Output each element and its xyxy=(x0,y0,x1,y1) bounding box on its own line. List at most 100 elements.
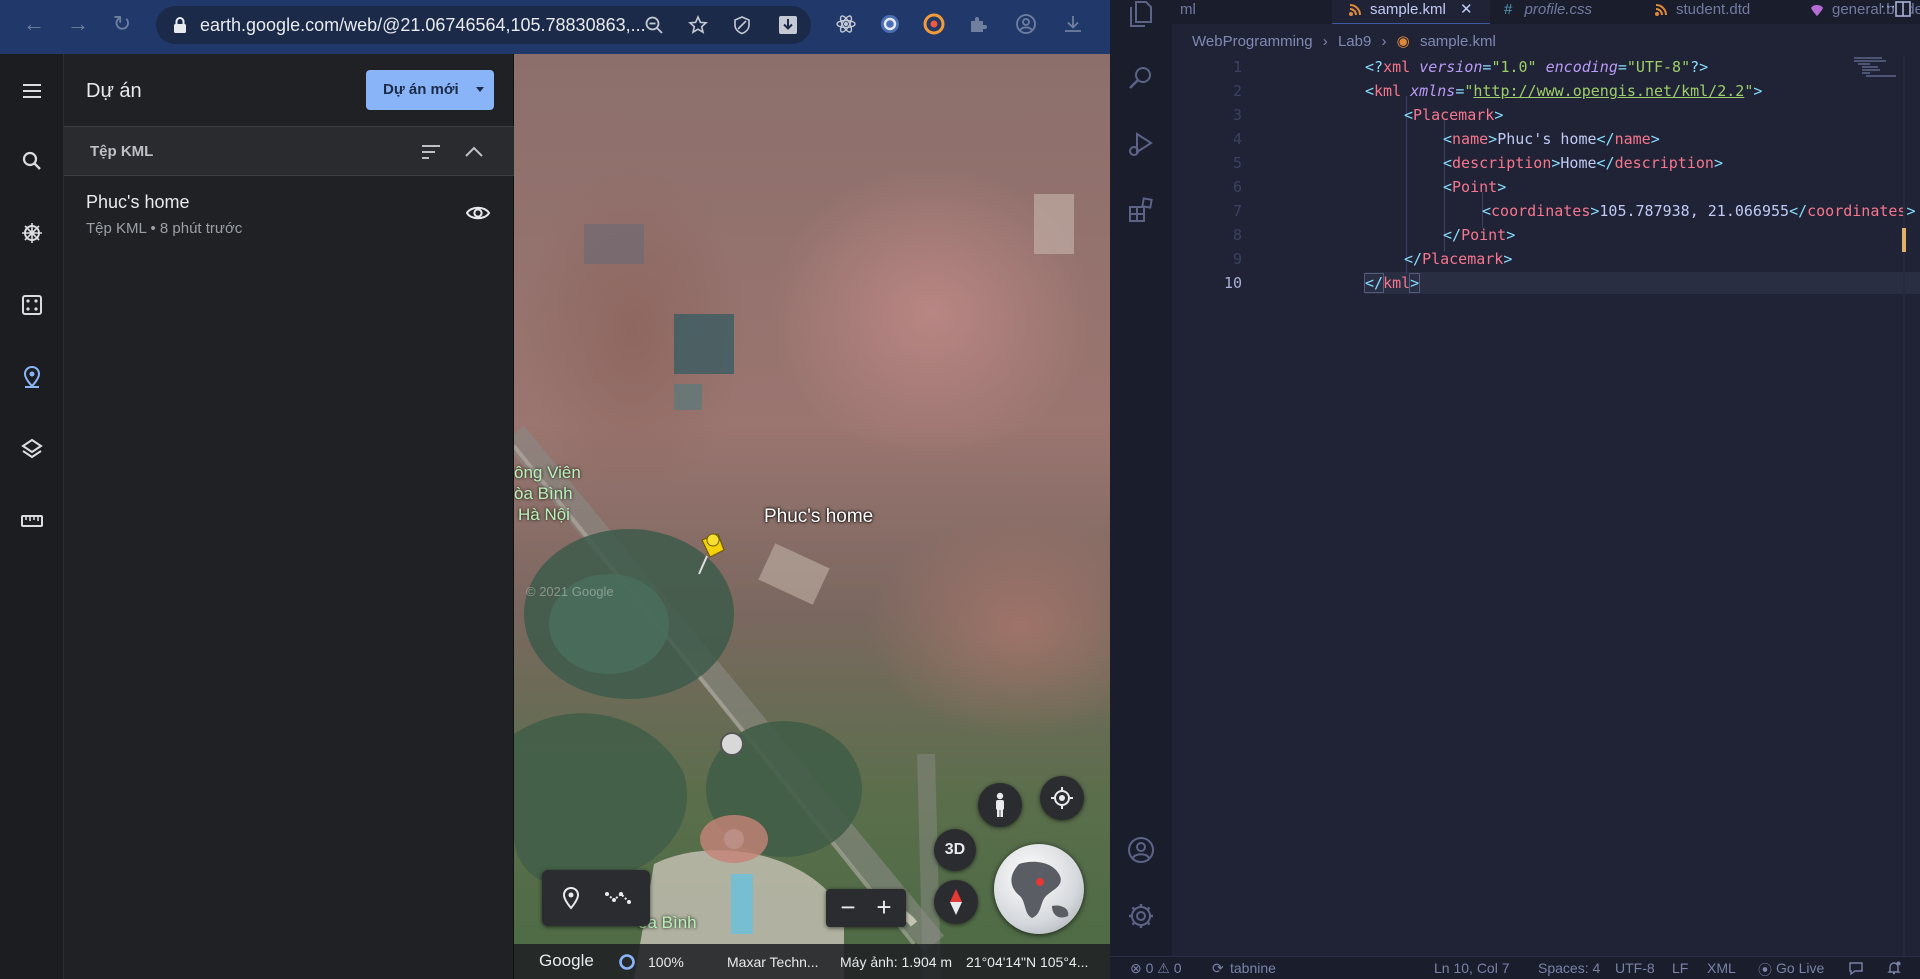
feeling-lucky-dice-icon[interactable] xyxy=(20,293,44,317)
search-icon[interactable] xyxy=(20,149,44,173)
screen: ← → ↻ earth.google.com/web/@21.06746564,… xyxy=(0,0,1920,979)
overview-ruler-marker xyxy=(1902,228,1906,252)
voyager-wheel-icon[interactable] xyxy=(20,221,44,245)
indentation[interactable]: Spaces: 4 xyxy=(1538,960,1600,976)
sort-icon[interactable] xyxy=(419,141,443,163)
visibility-eye-icon[interactable] xyxy=(465,200,491,226)
problems-indicator[interactable]: ⊗ 0 ⚠ 0 xyxy=(1130,960,1182,977)
layers-icon[interactable] xyxy=(20,437,44,461)
downloads-icon[interactable] xyxy=(1062,13,1084,35)
notifications-bell-icon[interactable] xyxy=(1886,960,1902,976)
broadcast-icon: ⦿ xyxy=(1758,962,1772,978)
new-project-button[interactable]: Dự án mới xyxy=(366,70,494,110)
tab-sample-kml[interactable]: sample.kml ✕ xyxy=(1332,0,1490,24)
globe-minimap[interactable] xyxy=(994,844,1084,934)
explorer-files-icon[interactable] xyxy=(1127,0,1155,28)
puzzle-extensions-icon[interactable] xyxy=(967,13,989,35)
search-icon[interactable] xyxy=(1127,64,1155,92)
go-live-button[interactable]: Go Live xyxy=(1776,960,1824,976)
tab-profile-css[interactable]: # profile.css xyxy=(1504,0,1592,24)
zoom-out-icon[interactable] xyxy=(644,15,664,35)
current-line-highlight xyxy=(1365,272,1920,294)
load-percent: 100% xyxy=(648,954,684,970)
compass-button[interactable] xyxy=(934,880,978,924)
forward-button[interactable]: → xyxy=(64,10,92,38)
file-encoding[interactable]: UTF-8 xyxy=(1615,960,1655,976)
park-label-line: òa Bình xyxy=(514,484,573,503)
new-project-label: Dự án mới xyxy=(383,81,459,98)
download-icon[interactable] xyxy=(778,15,798,35)
breadcrumb-item[interactable]: sample.kml xyxy=(1420,33,1496,50)
more-actions-button[interactable]: ··· xyxy=(1880,0,1896,16)
breadcrumb: WebProgramming › Lab9 › ◉ sample.kml xyxy=(1192,32,1496,50)
tab-label: sample.kml xyxy=(1370,1,1446,18)
code-line: </Placemark> xyxy=(1404,250,1513,268)
park-label-line: Hà Nội xyxy=(518,505,570,524)
css-file-icon: # xyxy=(1504,1,1513,18)
react-devtools-icon[interactable] xyxy=(835,13,857,35)
map-status-bar: Google 100% Maxar Techn... Máy ảnh: 1.90… xyxy=(514,944,1110,979)
loading-ring-icon xyxy=(619,954,635,970)
panel-title: Dự án xyxy=(86,80,142,102)
code-line: <Placemark> xyxy=(1404,106,1504,124)
reload-button[interactable]: ↻ xyxy=(108,10,136,38)
draw-path-icon[interactable] xyxy=(604,886,632,910)
camera-altitude: Máy ảnh: 1.904 m xyxy=(840,954,953,970)
scrollbar-track[interactable] xyxy=(1903,56,1905,956)
settings-gear-icon[interactable] xyxy=(1127,902,1155,930)
shield-icon[interactable] xyxy=(732,15,752,35)
tab-student-dtd[interactable]: student.dtd xyxy=(1654,0,1750,24)
end-of-line[interactable]: LF xyxy=(1672,960,1688,976)
item-title: Phuc's home xyxy=(86,192,190,212)
tab-close-icon[interactable]: ✕ xyxy=(1460,0,1473,20)
kml-section-header[interactable]: Tệp KML xyxy=(64,126,514,176)
cursor-position[interactable]: Ln 10, Col 7 xyxy=(1434,960,1510,976)
extension-circle-icon[interactable] xyxy=(879,13,901,35)
address-bar[interactable]: earth.google.com/web/@21.06746564,105.78… xyxy=(156,6,811,44)
zoom-in-button[interactable]: + xyxy=(872,893,896,921)
menu-icon[interactable] xyxy=(20,79,44,103)
code-line: <?xml version="1.0" encoding="UTF-8"?> xyxy=(1365,58,1709,76)
zoom-out-button[interactable]: − xyxy=(836,893,860,921)
tab-partial[interactable]: ml xyxy=(1180,0,1196,24)
add-placemark-icon[interactable] xyxy=(560,886,582,910)
tabnine-status[interactable]: tabnine xyxy=(1230,960,1276,976)
feedback-icon[interactable] xyxy=(1848,961,1864,976)
line-number: 8 xyxy=(1232,226,1242,244)
tab-label: ml xyxy=(1180,1,1196,18)
satellite-map[interactable]: Phuc's home ông Viên òa Bình Hà Nội òa B… xyxy=(514,54,1110,979)
breadcrumb-item[interactable]: Lab9 xyxy=(1338,33,1371,50)
url-text: earth.google.com/web/@21.06746564,105.78… xyxy=(200,15,646,35)
collapse-chevron-icon[interactable] xyxy=(462,141,486,163)
dropdown-caret-icon xyxy=(476,87,484,92)
split-editor-icon[interactable] xyxy=(1895,1,1911,17)
extension-orange-icon[interactable] xyxy=(923,13,945,35)
chevron-right-icon: › xyxy=(1381,33,1387,50)
ruler-icon[interactable] xyxy=(20,509,44,533)
accounts-icon[interactable] xyxy=(1127,836,1155,864)
section-label: Tệp KML xyxy=(90,143,154,160)
language-mode[interactable]: XML xyxy=(1707,960,1736,976)
tab-label: student.dtd xyxy=(1676,1,1751,18)
my-location-button[interactable] xyxy=(1040,776,1084,820)
pegman-icon xyxy=(996,792,1004,817)
profile-icon[interactable] xyxy=(1015,13,1037,35)
line-number: 5 xyxy=(1232,154,1242,172)
code-line: <name>Phuc's home</name> xyxy=(1443,130,1660,148)
park-label: ông Viên òa Bình Hà Nội xyxy=(514,462,581,525)
projects-pin-icon[interactable] xyxy=(20,365,44,389)
google-brand: Google xyxy=(539,951,594,970)
back-button[interactable]: ← xyxy=(20,10,48,38)
bookmark-star-icon[interactable] xyxy=(688,15,708,35)
toggle-3d-button[interactable]: 3D xyxy=(934,829,976,871)
minimap[interactable] xyxy=(1852,56,1902,78)
item-subtitle: Tệp KML • 8 phút trước xyxy=(86,220,243,237)
line-number: 3 xyxy=(1232,106,1242,124)
breadcrumb-item[interactable]: WebProgramming xyxy=(1192,33,1313,50)
run-debug-icon[interactable] xyxy=(1127,130,1155,158)
imagery-credit[interactable]: Maxar Techn... xyxy=(727,954,819,970)
code-editor[interactable]: 1 2 3 4 5 6 7 8 9 10 <?xml version="1.0"… xyxy=(1172,56,1920,956)
street-view-button[interactable] xyxy=(978,783,1022,827)
extensions-icon[interactable] xyxy=(1127,196,1155,224)
vscode-window: ml sample.kml ✕ # profile.css student.dt… xyxy=(1110,0,1920,979)
